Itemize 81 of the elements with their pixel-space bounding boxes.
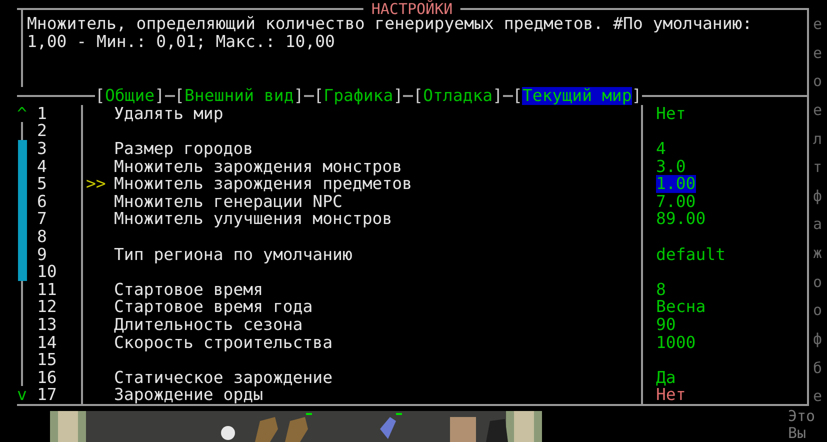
option-value[interactable]: 8 xyxy=(656,280,666,298)
background-text: е xyxy=(813,44,824,62)
tab-bracket: ] xyxy=(154,87,165,105)
option-label[interactable]: Размер городов xyxy=(114,140,254,158)
option-value[interactable]: 89.00 xyxy=(656,210,706,228)
line-number: 14 xyxy=(37,334,57,352)
dialog-title: НАСТРОЙКИ xyxy=(363,1,461,17)
tab-bracket: ] xyxy=(294,87,304,105)
line-number: 5 xyxy=(37,175,47,193)
option-value[interactable]: 4 xyxy=(656,140,666,158)
option-value[interactable]: Нет xyxy=(656,386,686,404)
tab-bracket: ] xyxy=(393,87,404,105)
background-text: о xyxy=(813,274,824,292)
background-text: о xyxy=(813,302,824,320)
background-text: б xyxy=(813,360,824,378)
background-text: Вы xyxy=(788,425,808,442)
line-number: 6 xyxy=(37,192,47,210)
option-value[interactable]: 1000 xyxy=(656,334,696,352)
option-value[interactable]: Весна xyxy=(656,298,706,316)
option-label[interactable]: Зарождение орды xyxy=(114,386,264,404)
background-text: е xyxy=(813,16,824,34)
tab[interactable]: Отладка xyxy=(423,87,493,105)
line-number: 7 xyxy=(37,210,47,228)
scroll-down-arrow[interactable]: v xyxy=(17,386,27,404)
line-number: 2 xyxy=(37,122,47,140)
line-number: 12 xyxy=(37,298,57,316)
background-text: а xyxy=(813,216,824,234)
line-number: 10 xyxy=(37,263,57,281)
option-label[interactable]: Множитель генерации NPC xyxy=(114,192,342,210)
option-value[interactable]: 1.00 xyxy=(656,175,696,193)
tab-bracket: [ xyxy=(512,87,522,105)
line-number: 11 xyxy=(37,280,57,298)
option-label[interactable]: Множитель зарождения монстров xyxy=(114,158,402,176)
option-value[interactable]: 7.00 xyxy=(656,192,696,210)
tab-bracket: ] xyxy=(492,87,503,105)
option-label[interactable]: Длительность сезона xyxy=(114,316,303,334)
option-value[interactable]: Нет xyxy=(656,104,686,122)
description-text: Множитель, определяющий количество генерируемых предметов. #По умолчанию: xyxy=(27,15,754,33)
line-number: 16 xyxy=(37,368,57,386)
option-label[interactable]: Скорость строительства xyxy=(114,334,333,352)
option-value[interactable]: 3.0 xyxy=(656,158,686,176)
tab[interactable]: Графика xyxy=(324,87,394,105)
line-number: 17 xyxy=(37,386,57,404)
line-number: 13 xyxy=(37,316,57,334)
tab-bracket: [ xyxy=(95,87,105,105)
option-label[interactable]: Множитель улучшения монстров xyxy=(114,210,392,228)
scroll-up-arrow[interactable]: ^ xyxy=(17,104,27,122)
description-text: 1,00 - Мин.: 0,01; Макс.: 10,00 xyxy=(27,32,336,50)
background-text: е xyxy=(813,102,824,120)
option-label[interactable]: Стартовое время года xyxy=(114,298,313,316)
option-value[interactable]: Да xyxy=(656,368,676,386)
option-label[interactable]: Статическое зарождение xyxy=(114,368,333,386)
cursor-marker: >> xyxy=(85,175,107,193)
line-number: 9 xyxy=(37,246,47,264)
scrollbar[interactable]: ^ v xyxy=(17,104,27,404)
background-text: т xyxy=(813,159,824,177)
background-text: ф xyxy=(813,331,824,349)
line-number: 3 xyxy=(37,140,47,158)
background-text: ж xyxy=(813,245,824,263)
option-label[interactable]: Стартовое время xyxy=(114,280,264,298)
background-text: Это xyxy=(788,408,816,425)
background-text: о xyxy=(813,73,824,91)
tab[interactable]: Общие xyxy=(104,87,155,105)
option-label[interactable]: Тип региона по умолчанию xyxy=(114,246,352,264)
line-number: 8 xyxy=(37,228,47,246)
tab[interactable]: Текущий мир xyxy=(522,87,632,105)
tab[interactable]: Внешний вид xyxy=(184,87,294,105)
background-text: е xyxy=(813,388,824,406)
line-number: 4 xyxy=(37,158,47,176)
tab-bracket: [ xyxy=(314,87,324,105)
tab-bracket: [ xyxy=(413,87,424,105)
tab-bracket: ] xyxy=(632,87,642,105)
tab-bracket: [ xyxy=(174,87,184,105)
option-label[interactable]: Удалять мир xyxy=(114,104,224,122)
background-text: л xyxy=(813,130,824,148)
line-number: 1 xyxy=(37,104,47,122)
option-value[interactable]: 90 xyxy=(656,316,676,334)
option-label[interactable]: Множитель зарождения предметов xyxy=(114,175,412,193)
option-value[interactable]: default xyxy=(656,246,726,264)
line-number: 15 xyxy=(37,351,57,369)
background-text: ф xyxy=(813,188,824,206)
